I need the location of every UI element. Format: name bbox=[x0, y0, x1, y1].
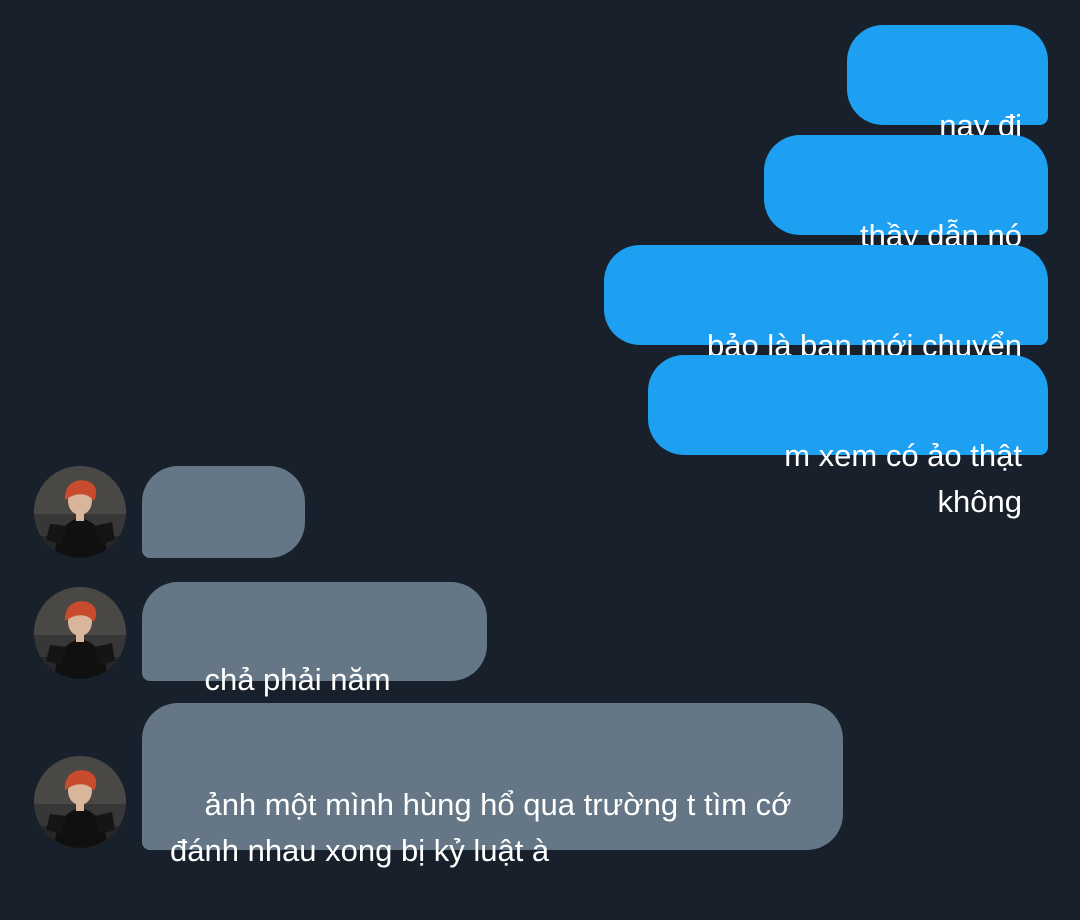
contact-avatar[interactable] bbox=[34, 466, 126, 558]
incoming-message-bubble[interactable]: =)))))?? bbox=[142, 466, 305, 621]
message-text: ảnh một mình hùng hổ qua trường t tìm cớ… bbox=[170, 787, 792, 868]
outgoing-message-bubble[interactable]: nay đi học bbox=[847, 25, 1048, 189]
chat-thread: nay đi học thầy dẫn nó vào bảo là bạn mớ… bbox=[0, 0, 1080, 868]
incoming-message-bubble[interactable]: chả phải năm ngoái bbox=[142, 582, 487, 743]
avatar-photo-icon bbox=[34, 587, 126, 679]
outgoing-message-bubble[interactable]: bảo là bạn mới chuyển đến bbox=[604, 245, 1048, 409]
contact-avatar[interactable] bbox=[34, 756, 126, 848]
avatar-photo-icon bbox=[34, 466, 126, 558]
outgoing-message-bubble[interactable]: thầy dẫn nó vào bbox=[764, 135, 1048, 299]
avatar-photo-icon bbox=[34, 756, 126, 848]
contact-avatar[interactable] bbox=[34, 587, 126, 679]
incoming-message-bubble[interactable]: ảnh một mình hùng hổ qua trường t tìm cớ… bbox=[142, 703, 843, 868]
message-text: m xem có ảo thật không bbox=[784, 438, 1031, 519]
outgoing-message-bubble[interactable]: m xem có ảo thật không bbox=[648, 355, 1048, 519]
